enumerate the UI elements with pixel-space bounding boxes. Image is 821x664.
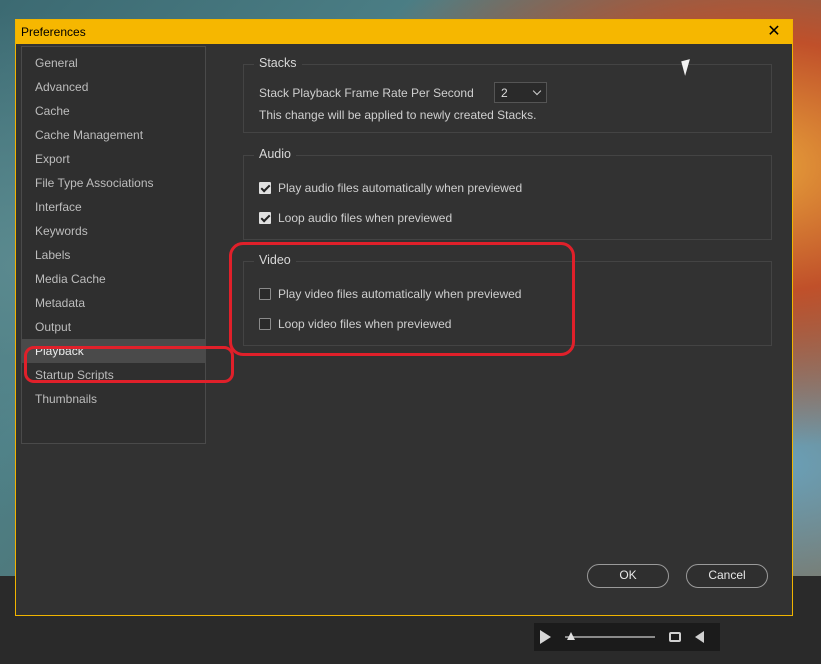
audio-play-auto-option[interactable]: Play audio files automatically when prev… xyxy=(259,181,522,195)
audio-play-auto-checkbox[interactable] xyxy=(259,182,271,194)
sidebar-item-file-type-associations[interactable]: File Type Associations xyxy=(22,171,205,195)
chevron-down-icon xyxy=(532,86,542,96)
sidebar-item-keywords[interactable]: Keywords xyxy=(22,219,205,243)
window-title: Preferences xyxy=(21,25,86,39)
sidebar-item-cache-management[interactable]: Cache Management xyxy=(22,123,205,147)
audio-group-title: Audio xyxy=(254,147,296,161)
video-highlight-annotation xyxy=(229,242,575,356)
cancel-button[interactable]: Cancel xyxy=(686,564,768,588)
sidebar-item-thumbnails[interactable]: Thumbnails xyxy=(22,387,205,411)
sidebar-item-general[interactable]: General xyxy=(22,51,205,75)
title-bar: Preferences ✕ xyxy=(16,20,792,44)
frame-rate-value: 2 xyxy=(501,85,508,100)
loop-icon[interactable] xyxy=(669,632,681,642)
media-player-controls xyxy=(534,623,720,651)
seek-slider[interactable] xyxy=(565,632,655,640)
audio-loop-checkbox[interactable] xyxy=(259,212,271,224)
stacks-note: This change will be applied to newly cre… xyxy=(259,108,537,122)
audio-play-auto-label: Play audio files automatically when prev… xyxy=(278,181,523,195)
frame-rate-select[interactable]: 2 xyxy=(494,82,547,103)
sidebar-item-interface[interactable]: Interface xyxy=(22,195,205,219)
sidebar-item-metadata[interactable]: Metadata xyxy=(22,291,205,315)
ok-button[interactable]: OK xyxy=(587,564,669,588)
audio-loop-option[interactable]: Loop audio files when previewed xyxy=(259,211,452,225)
sidebar-item-export[interactable]: Export xyxy=(22,147,205,171)
sidebar-item-cache[interactable]: Cache xyxy=(22,99,205,123)
close-icon[interactable]: ✕ xyxy=(756,20,792,44)
sidebar-item-labels[interactable]: Labels xyxy=(22,243,205,267)
sidebar-item-media-cache[interactable]: Media Cache xyxy=(22,267,205,291)
preferences-sidebar: General Advanced Cache Cache Management … xyxy=(21,46,206,444)
volume-icon[interactable] xyxy=(695,631,704,643)
sidebar-item-output[interactable]: Output xyxy=(22,315,205,339)
playback-highlight-annotation xyxy=(24,346,234,383)
audio-loop-label: Loop audio files when previewed xyxy=(278,211,453,225)
sidebar-item-advanced[interactable]: Advanced xyxy=(22,75,205,99)
frame-rate-label: Stack Playback Frame Rate Per Second xyxy=(259,86,474,100)
stacks-group-title: Stacks xyxy=(254,56,302,70)
stacks-group: Stacks Stack Playback Frame Rate Per Sec… xyxy=(243,56,772,133)
play-icon[interactable] xyxy=(540,630,551,644)
seek-thumb[interactable] xyxy=(567,632,575,640)
audio-group: Audio Play audio files automatically whe… xyxy=(243,147,772,240)
